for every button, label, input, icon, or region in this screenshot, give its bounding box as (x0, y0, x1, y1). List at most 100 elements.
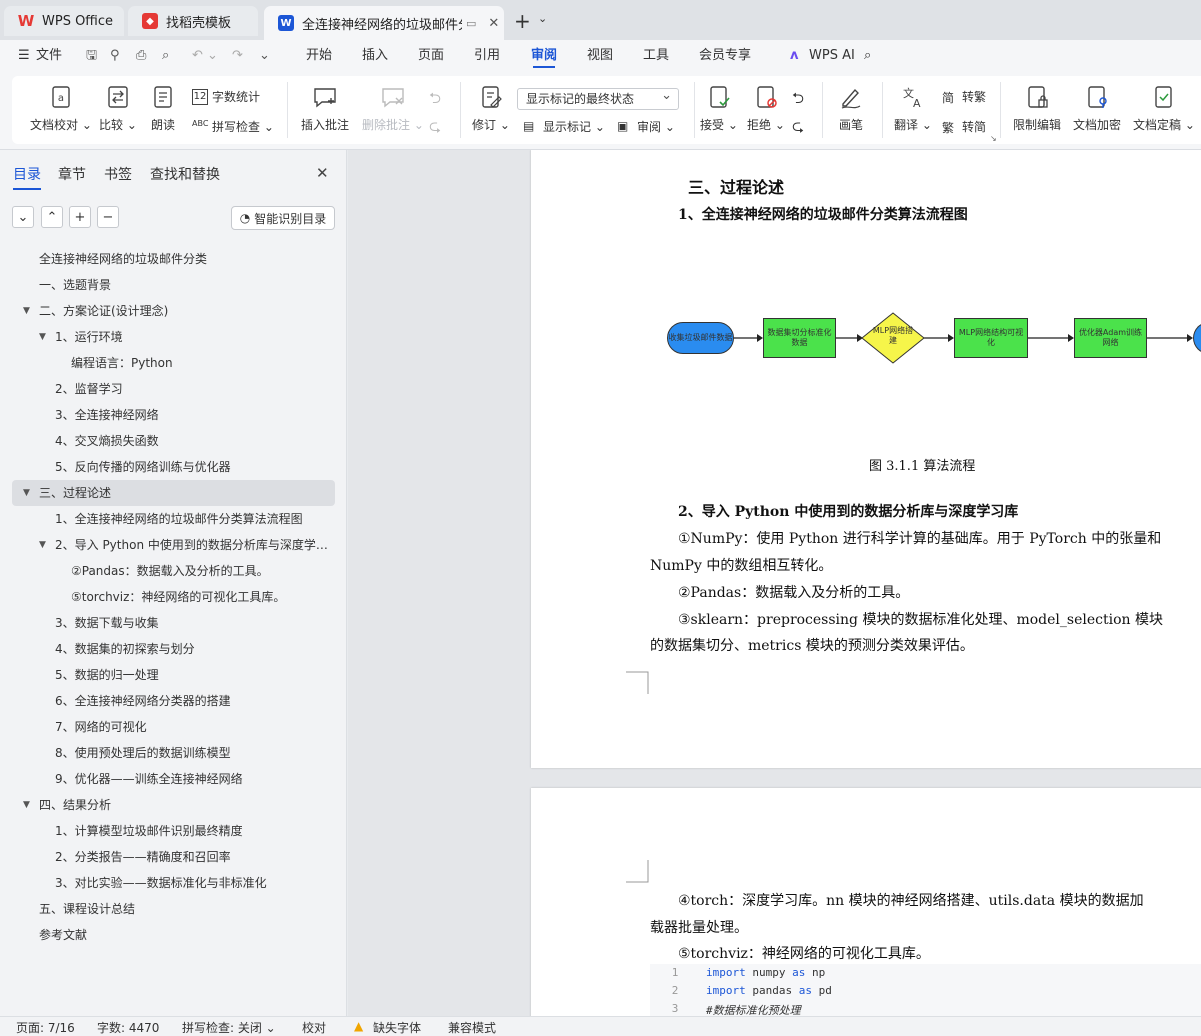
toc-item[interactable]: 参考文献 (12, 922, 335, 948)
tab-document[interactable]: W 全连接神经网络的垃圾邮件分类 ▭ ✕ (264, 6, 504, 40)
translate-button[interactable]: 文A 翻译 ⌄ (894, 84, 932, 133)
read-aloud-button[interactable]: 朗读 (150, 84, 176, 133)
toc-item[interactable]: 5、数据的归一处理 (12, 662, 335, 688)
display-state-select[interactable]: 显示标记的最终状态 (517, 86, 679, 110)
toc-item-label: 2、导入 Python 中使用到的数据分析库与深度学习库 (55, 538, 330, 552)
toc-item[interactable]: 2、监督学习 (12, 376, 335, 402)
toc-item[interactable]: 4、数据集的初探索与划分 (12, 636, 335, 662)
tab-toc[interactable]: 目录 (13, 164, 41, 190)
insert-comment-button[interactable]: 插入批注 (301, 84, 349, 133)
delete-comment-button[interactable]: 删除批注 ⌄ (362, 84, 424, 133)
menu-member[interactable]: 会员专享 (699, 40, 751, 72)
toc-item[interactable]: ▼ 二、方案论证(设计理念) (12, 298, 335, 324)
show-markup-button[interactable]: ▤ 显示标记 ⌄ (523, 118, 605, 135)
print-preview-icon[interactable]: ⌕ (162, 40, 169, 72)
page-indicator[interactable]: 页面: 7/16 (16, 1019, 75, 1036)
menu-file[interactable]: 文件 (36, 40, 62, 72)
menu-insert[interactable]: 插入 (362, 40, 388, 72)
toc-item[interactable]: 3、对比实验——数据标准化与非标准化 (12, 870, 335, 896)
review-pane-button[interactable]: ▣ 审阅 ⌄ (617, 118, 675, 135)
reject-button[interactable]: 拒绝 ⌄ (747, 84, 785, 133)
toc-item[interactable]: 编程语言：Python (12, 350, 335, 376)
expand-triangle-icon[interactable]: ▼ (23, 480, 30, 506)
close-icon[interactable]: ✕ (488, 16, 499, 31)
toc-item[interactable]: ②Pandas：数据载入及分析的工具。 (12, 558, 335, 584)
undo-icon[interactable]: ↶ ⌄ (192, 40, 218, 72)
tab-find-replace[interactable]: 查找和替换 (150, 164, 220, 184)
toc-item[interactable]: 五、课程设计总结 (12, 896, 335, 922)
toc-item[interactable]: ▼ 2、导入 Python 中使用到的数据分析库与深度学习库 (12, 532, 335, 558)
menu-icon[interactable]: ☰ (18, 40, 30, 72)
chevron-down-icon[interactable]: ⌄ (538, 12, 547, 25)
toc-item[interactable]: 8、使用预处理后的数据训练模型 (12, 740, 335, 766)
to-traditional-button[interactable]: 简 转繁 (942, 88, 986, 105)
menu-wps-ai[interactable]: WPS AI (809, 40, 855, 72)
to-simplified-button[interactable]: 繁 转简 (942, 118, 986, 135)
smart-toc-button[interactable]: ◔ 智能识别目录 (231, 206, 335, 230)
menu-tools[interactable]: 工具 (643, 40, 669, 72)
tab-chapters[interactable]: 章节 (58, 164, 86, 184)
toc-item[interactable]: ▼ 四、结果分析 (12, 792, 335, 818)
expand-triangle-icon[interactable]: ▼ (23, 298, 30, 324)
toc-item[interactable]: 2、分类报告——精确度和召回率 (12, 844, 335, 870)
expand-triangle-icon[interactable]: ▼ (39, 532, 46, 558)
collapse-all-button[interactable]: ⌃ (41, 206, 63, 228)
redo-icon[interactable]: ↷ (232, 40, 243, 72)
toc-item[interactable]: ▼ 三、过程论述 (12, 480, 335, 506)
word-count-button[interactable]: 12 字数统计 (192, 88, 260, 105)
toc-item[interactable]: 4、交叉熵损失函数 (12, 428, 335, 454)
share-icon[interactable]: ⚲ (110, 40, 120, 72)
toc-item[interactable]: 一、选题背景 (12, 272, 335, 298)
add-heading-button[interactable]: + (69, 206, 91, 228)
expand-triangle-icon[interactable]: ▼ (23, 792, 30, 818)
proofread-status[interactable]: 校对 (302, 1019, 326, 1036)
prev-comment-icon[interactable]: ⮌ (429, 88, 441, 113)
menu-reference[interactable]: 引用 (474, 40, 500, 72)
doc-finalize-button[interactable]: 文档定稿 ⌄ (1133, 84, 1195, 133)
compare-button[interactable]: 比较 ⌄ (99, 84, 137, 133)
missing-font-status[interactable]: 缺失字体 (373, 1019, 421, 1036)
next-change-icon[interactable]: ⮎ (792, 116, 804, 141)
accept-button[interactable]: 接受 ⌄ (700, 84, 738, 133)
save-icon[interactable]: 🖫 (86, 40, 97, 72)
toc-item[interactable]: ▼ 1、运行环境 (12, 324, 335, 350)
doc-proofread-button[interactable]: a 文档校对 ⌄ (30, 84, 92, 133)
new-tab-button[interactable]: + (514, 9, 531, 33)
compare-icon (108, 86, 128, 108)
ribbon-expand-icon[interactable]: ↘ (990, 134, 997, 143)
toc-item[interactable]: ⑤torchviz：神经网络的可视化工具库。 (12, 584, 335, 610)
menu-page[interactable]: 页面 (418, 40, 444, 72)
word-count[interactable]: 字数: 4470 (97, 1019, 159, 1036)
menu-view[interactable]: 视图 (587, 40, 613, 72)
toc-item[interactable]: 9、优化器——训练全连接神经网络 (12, 766, 335, 792)
doc-encrypt-button[interactable]: 文档加密 (1073, 84, 1121, 133)
tab-docer[interactable]: ◆ 找稻壳模板 (128, 6, 258, 36)
restrict-edit-button[interactable]: 限制编辑 (1013, 84, 1061, 133)
search-icon[interactable]: ⌕ (864, 40, 871, 72)
next-comment-icon[interactable]: ⮎ (429, 116, 441, 141)
expand-triangle-icon[interactable]: ▼ (39, 324, 46, 350)
toc-item[interactable]: 6、全连接神经网络分类器的搭建 (12, 688, 335, 714)
toc-item[interactable]: 3、全连接神经网络 (12, 402, 335, 428)
toc-item[interactable]: 7、网络的可视化 (12, 714, 335, 740)
spell-check-status[interactable]: 拼写检查: 关闭 ⌄ (182, 1019, 276, 1036)
toc-item-label: 7、网络的可视化 (55, 720, 147, 734)
revise-button[interactable]: 修订 ⌄ (472, 84, 510, 133)
pen-button[interactable]: 画笔 (838, 84, 864, 133)
tab-bookmarks[interactable]: 书签 (104, 164, 132, 184)
tab-wps-office[interactable]: W WPS Office (4, 6, 124, 36)
remove-heading-button[interactable]: − (97, 206, 119, 228)
expand-all-button[interactable]: ⌄ (12, 206, 34, 228)
close-pane-icon[interactable]: ✕ (316, 164, 329, 182)
prev-change-icon[interactable]: ⮌ (792, 88, 804, 113)
print-icon[interactable]: ⎙ (136, 40, 146, 72)
menu-review[interactable]: 审阅 (531, 40, 557, 72)
toc-item[interactable]: 1、计算模型垃圾邮件识别最终精度 (12, 818, 335, 844)
toc-item[interactable]: 全连接神经网络的垃圾邮件分类 (12, 246, 335, 272)
spell-check-button[interactable]: ABC 拼写检查 ⌄ (192, 118, 274, 135)
menu-start[interactable]: 开始 (306, 40, 332, 72)
toc-item[interactable]: 1、全连接神经网络的垃圾邮件分类算法流程图 (12, 506, 335, 532)
toc-item[interactable]: 5、反向传播的网络训练与优化器 (12, 454, 335, 480)
more-chevron-icon[interactable]: ⌄ (259, 40, 270, 72)
toc-item[interactable]: 3、数据下载与收集 (12, 610, 335, 636)
